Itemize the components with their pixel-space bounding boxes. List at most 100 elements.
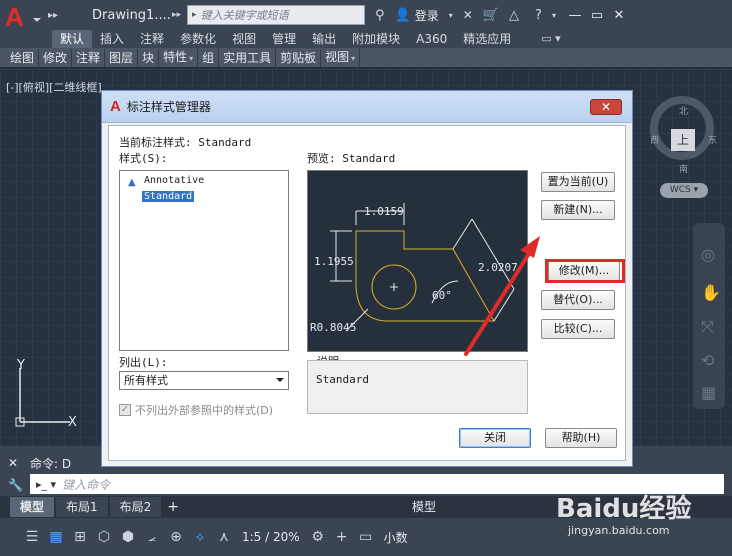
close-icon[interactable]: ✕ — [608, 8, 630, 23]
tab-manage[interactable]: 管理 — [264, 30, 304, 48]
autocad-logo-icon: A — [5, 2, 24, 32]
command-prompt-icon[interactable]: ▸_ ▾ — [36, 478, 56, 491]
tab-layout2[interactable]: 布局2 — [109, 497, 162, 517]
caret-icon[interactable]: ▾ — [449, 11, 453, 20]
panel-expand-icon: ▾ — [189, 53, 194, 63]
panel-annotation[interactable]: 注释 — [72, 48, 106, 67]
wcs-label: WCS — [669, 185, 691, 195]
panel-utilities[interactable]: 实用工具 — [219, 48, 277, 67]
snap-icon[interactable]: ⊞ — [68, 529, 92, 545]
steering-wheel-icon[interactable]: ◎ — [701, 245, 715, 264]
pan-icon[interactable]: ✋ — [701, 283, 721, 302]
tab-output[interactable]: 输出 — [304, 30, 344, 48]
annotation-scale[interactable]: 1:5 / 20% — [236, 530, 306, 544]
tab-view[interactable]: 视图 — [224, 30, 264, 48]
dialog-close-button[interactable]: ✕ — [590, 99, 622, 115]
new-button[interactable]: 新建(N)... — [541, 200, 615, 220]
zoom-icon[interactable]: ⤧ — [701, 317, 714, 337]
minimize-icon[interactable]: — — [564, 8, 586, 23]
customize-icon[interactable]: ☰ — [20, 529, 44, 545]
model-space-button[interactable]: 模型 — [412, 498, 436, 515]
help-caret-icon[interactable]: ▾ — [552, 11, 556, 20]
cart-icon[interactable]: 🛒 — [483, 8, 499, 23]
plus-icon[interactable]: + — [330, 529, 354, 545]
dim-height: 1.1955 — [314, 255, 354, 268]
annotation-visibility-icon[interactable]: ⟡ — [188, 529, 212, 545]
ribbon-tab-bar: 默认 插入 注释 参数化 视图 管理 输出 附加模块 A360 精选应用 ▭ ▾ — [0, 30, 732, 48]
dialog-title-bar[interactable]: A 标注样式管理器 — [102, 91, 632, 123]
maximize-icon[interactable]: ▭ — [586, 8, 608, 23]
list-item[interactable]: Annotative — [144, 175, 204, 186]
application-menu-button[interactable]: A — [0, 0, 44, 32]
set-current-button[interactable]: 置为当前(U) — [541, 172, 615, 192]
help-button[interactable]: 帮助(H) — [545, 428, 617, 448]
panel-groups[interactable]: 组 — [198, 48, 220, 67]
search-placeholder: 键入关键字或短语 — [200, 9, 289, 22]
styles-list[interactable]: ▲ Annotative Standard — [119, 170, 289, 351]
command-line-close-icon[interactable]: ✕ — [8, 456, 18, 470]
panel-properties[interactable]: 特性 ▾ — [159, 47, 199, 68]
tab-addins[interactable]: 附加模块 — [344, 30, 408, 48]
dim-radius: R0.8045 — [310, 321, 357, 334]
isolate-icon[interactable]: ▭ — [354, 529, 378, 545]
styles-label: 样式(S): — [119, 152, 168, 165]
wcs-menu[interactable]: WCS ▾ — [660, 183, 708, 198]
preview-label: 预览: Standard — [307, 152, 396, 165]
list-item-selected[interactable]: Standard — [142, 191, 195, 202]
annotation-scale-icon[interactable]: ⋏ — [212, 529, 236, 545]
units-selector[interactable]: 小数 — [378, 529, 414, 546]
list-filter-select[interactable]: 所有样式 — [119, 371, 289, 390]
autocad-window: A ▸▸ Drawing1.... ▸▸ ▸ 键入关键字或短语 ⚲ 👤 登录 ▾… — [0, 0, 732, 556]
wrench-icon[interactable]: 🔧 — [8, 478, 23, 492]
settings-icon[interactable]: ⚙ — [306, 529, 330, 545]
compass-east: 东 — [708, 136, 718, 146]
ribbon-panel-row: 绘图 修改 注释 图层 块 特性 ▾ 组 实用工具 剪贴板 视图 ▾ — [0, 47, 732, 68]
dimension-style-manager-dialog: A 标注样式管理器 ✕ 当前标注样式: Standard 样式(S): ▲ An… — [101, 90, 633, 467]
login-button[interactable]: 登录 — [415, 7, 439, 24]
checkbox-check-icon: ✓ — [119, 404, 131, 416]
x-icon[interactable]: ✕ — [463, 8, 473, 22]
add-layout-button[interactable]: + — [167, 499, 179, 515]
override-button[interactable]: 替代(O)... — [541, 290, 615, 310]
object-snap-3d-icon[interactable]: ⬢ — [116, 529, 140, 545]
tab-featured-apps[interactable]: 精选应用 — [455, 30, 519, 48]
panel-draw[interactable]: 绘图 — [6, 48, 40, 67]
tab-parametric[interactable]: 参数化 — [172, 30, 224, 48]
snap-tracking-icon[interactable]: ⊕ — [164, 529, 188, 545]
panel-block[interactable]: 块 — [138, 48, 160, 67]
quick-access-expand-icon[interactable]: ▸▸ — [44, 10, 62, 21]
dim-width: 1.0159 — [364, 205, 404, 218]
a360-icon[interactable]: △ — [509, 8, 519, 23]
viewport-controls[interactable]: [-][俯视][二维线框] — [6, 79, 102, 95]
tab-insert[interactable]: 插入 — [92, 30, 132, 48]
showmotion-icon[interactable]: ▦ — [701, 383, 716, 402]
polar-icon[interactable]: ⦟ — [140, 529, 164, 545]
exclude-xref-label: 不列出外部参照中的样式(D) — [135, 404, 274, 417]
dim-aligned: 2.0207 — [478, 261, 518, 274]
compare-button[interactable]: 比较(C)... — [541, 319, 615, 339]
panel-clipboard[interactable]: 剪贴板 — [276, 48, 322, 67]
tab-model[interactable]: 模型 — [10, 497, 55, 517]
exclude-xref-checkbox[interactable]: ✓ 不列出外部参照中的样式(D) — [119, 402, 273, 418]
search-input[interactable]: ▸ 键入关键字或短语 — [187, 5, 366, 25]
panel-view-expand-icon: ▾ — [351, 53, 356, 63]
panel-layers[interactable]: 图层 — [105, 48, 139, 67]
tab-a360[interactable]: A360 — [408, 30, 455, 48]
panel-view[interactable]: 视图 ▾ — [321, 47, 361, 68]
isometric-icon[interactable]: ⬡ — [92, 529, 116, 545]
ribbon-toggle-icon[interactable]: ▭ ▾ — [541, 30, 560, 48]
viewcube-top-face[interactable]: 上 — [671, 129, 695, 151]
title-expand-icon[interactable]: ▸▸ — [172, 10, 181, 20]
tab-layout1[interactable]: 布局1 — [56, 497, 108, 517]
help-button[interactable]: ? — [535, 8, 542, 23]
orbit-icon[interactable]: ⟲ — [701, 351, 714, 370]
close-button[interactable]: 关闭 — [459, 428, 531, 448]
tab-annotate[interactable]: 注释 — [132, 30, 172, 48]
user-icon[interactable]: 👤 — [395, 8, 411, 23]
title-bar: A ▸▸ Drawing1.... ▸▸ ▸ 键入关键字或短语 ⚲ 👤 登录 ▾… — [0, 0, 732, 32]
panel-modify[interactable]: 修改 — [39, 48, 73, 67]
list-filter-value: 所有样式 — [124, 374, 168, 387]
tab-default[interactable]: 默认 — [52, 30, 93, 48]
grid-icon[interactable]: ▦ — [44, 529, 68, 545]
binoculars-icon[interactable]: ⚲ — [375, 8, 385, 23]
